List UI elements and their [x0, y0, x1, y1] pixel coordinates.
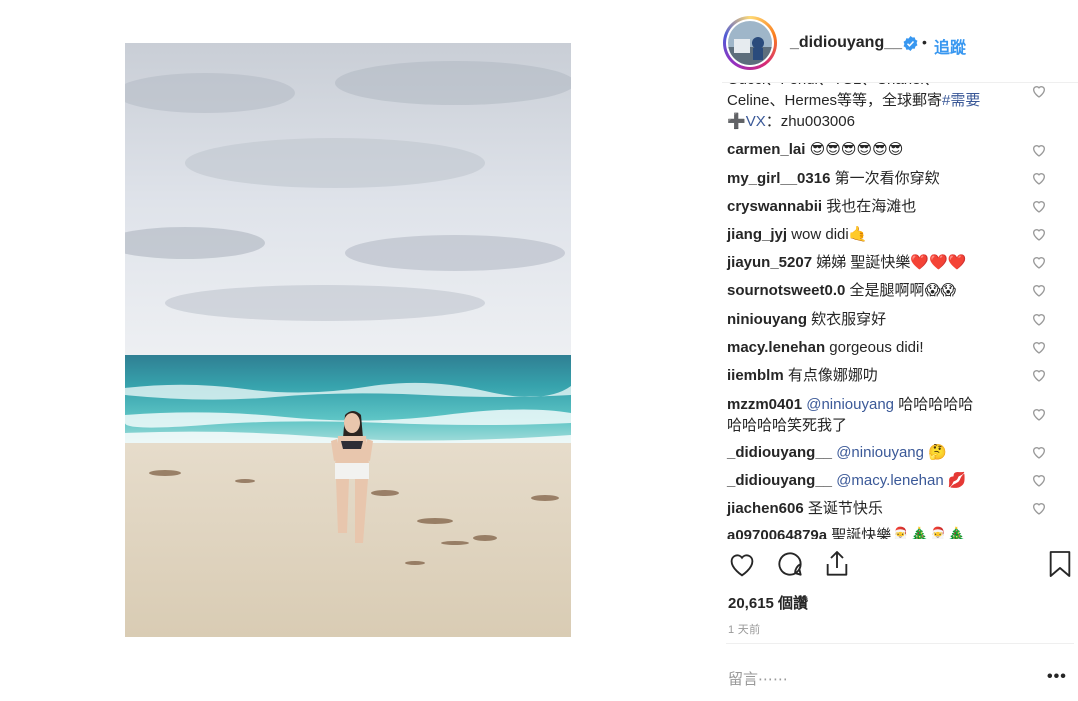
- post-side-panel: _didiouyang__ • 追蹤 Gucci、Fendi、YSL、Chane…: [722, 0, 1078, 701]
- comment-like-heart-icon[interactable]: [1031, 444, 1047, 460]
- comment-username[interactable]: jiachen606: [727, 500, 804, 517]
- comment-username[interactable]: iiemblm: [727, 367, 784, 384]
- comment-row: mzzm0401 @niniouyang 哈哈哈哈哈 哈哈哈哈笑死我了: [727, 396, 974, 434]
- comment-row: niniouyang 欸衣服穿好: [727, 311, 887, 328]
- comment-row: sournotsweet0.0 全是腿啊啊😱😱: [727, 281, 956, 299]
- comment-row: a0970064879a 聖誕快樂🎅🎄🎅🎄: [727, 525, 1027, 539]
- follow-button[interactable]: 追蹤: [934, 34, 966, 58]
- comment-username[interactable]: macy.lenehan: [727, 339, 825, 356]
- comment-username[interactable]: jiayun_5207: [727, 254, 812, 271]
- post-timestamp[interactable]: 1 天前: [728, 621, 760, 637]
- comment-like-heart-icon[interactable]: [1031, 83, 1047, 99]
- post-header: _didiouyang__ • 追蹤: [722, 8, 1078, 70]
- comment-username[interactable]: niniouyang: [727, 311, 807, 328]
- add-comment-input[interactable]: 留言⋯⋯: [728, 668, 788, 689]
- share-icon[interactable]: [821, 548, 853, 585]
- heart-icon[interactable]: [726, 548, 758, 585]
- caption-text: Gucci、Fendi、YSL、Chanel、 Celine、Hermes等等，…: [727, 83, 981, 130]
- comment-like-heart-icon[interactable]: [1031, 339, 1047, 355]
- comment-like-heart-icon[interactable]: [1031, 198, 1047, 214]
- comment-like-heart-icon[interactable]: [1031, 170, 1047, 186]
- comment-row: macy.lenehan gorgeous didi!: [727, 339, 924, 356]
- separator-dot: •: [922, 34, 927, 50]
- comment-row: carmen_lai 😎😎😎😎😎😎: [727, 140, 904, 158]
- hashtag-link[interactable]: VX: [746, 113, 766, 130]
- comment-like-heart-icon[interactable]: [1031, 142, 1047, 158]
- comment-username[interactable]: _didiouyang__: [727, 472, 832, 489]
- comment-like-heart-icon[interactable]: [1031, 282, 1047, 298]
- comment-username[interactable]: sournotsweet0.0: [727, 282, 845, 299]
- post-author-username[interactable]: _didiouyang__: [790, 34, 902, 52]
- comment-username[interactable]: a0970064879a: [727, 527, 827, 539]
- more-options-icon[interactable]: •••: [1047, 668, 1067, 686]
- comment-like-heart-icon[interactable]: [1031, 367, 1047, 383]
- comment-like-heart-icon[interactable]: [1031, 226, 1047, 242]
- verified-badge-icon: [903, 36, 918, 51]
- comment-username[interactable]: carmen_lai: [727, 141, 805, 158]
- comment-like-heart-icon[interactable]: [1031, 500, 1047, 516]
- mention-link[interactable]: @niniouyang: [836, 444, 924, 461]
- bookmark-icon[interactable]: [1044, 548, 1076, 585]
- hashtag-link[interactable]: #需要: [942, 92, 980, 109]
- mention-link[interactable]: @niniouyang: [806, 396, 894, 413]
- post-actions-bar: [722, 546, 1078, 586]
- divider: [726, 643, 1074, 644]
- comment-row: cryswannabii 我也在海滩也: [727, 198, 917, 215]
- comment-row: my_girl__0316 第一次看你穿欸: [727, 170, 940, 187]
- comment-username[interactable]: my_girl__0316: [727, 170, 830, 187]
- comments-list[interactable]: Gucci、Fendi、YSL、Chanel、 Celine、Hermes等等，…: [722, 82, 1078, 539]
- comment-username[interactable]: mzzm0401: [727, 396, 802, 413]
- likes-count[interactable]: 20,615 個讚: [728, 592, 808, 613]
- comment-like-heart-icon[interactable]: [1031, 311, 1047, 327]
- comment-like-heart-icon[interactable]: [1031, 254, 1047, 270]
- comment-row: jiachen606 圣诞节快乐: [727, 500, 883, 517]
- comment-icon[interactable]: [774, 548, 806, 585]
- avatar[interactable]: [723, 16, 777, 70]
- comment-username[interactable]: jiang_jyj: [727, 226, 787, 243]
- comment-row: _didiouyang__ @macy.lenehan 💋: [727, 471, 967, 489]
- comment-row: iiemblm 有点像娜娜叻: [727, 367, 878, 384]
- comment-like-heart-icon[interactable]: [1031, 406, 1047, 422]
- comment-row: jiang_jyj wow didi🤙: [727, 225, 868, 243]
- comment-row: jiayun_5207 娣娣 聖誕快樂❤️❤️❤️: [727, 253, 967, 271]
- comment-username[interactable]: cryswannabii: [727, 198, 822, 215]
- comment-row: _didiouyang__ @niniouyang 🤔: [727, 443, 947, 461]
- mention-link[interactable]: @macy.lenehan: [836, 472, 944, 489]
- comment-username[interactable]: _didiouyang__: [727, 444, 832, 461]
- post-photo[interactable]: [125, 43, 571, 637]
- comment-like-heart-icon[interactable]: [1031, 472, 1047, 488]
